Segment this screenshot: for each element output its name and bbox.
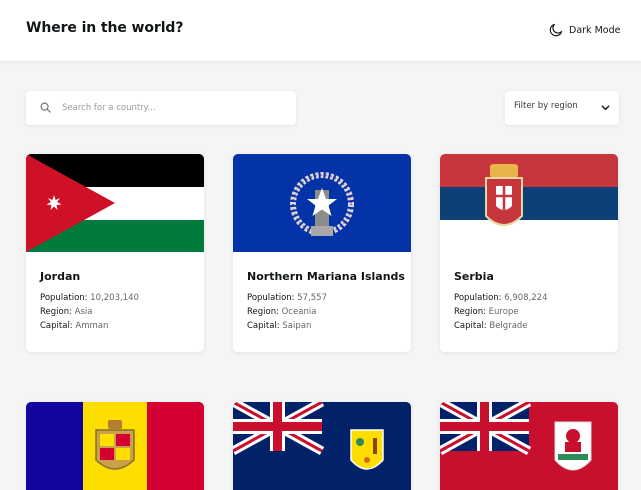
flag-jordan (26, 154, 204, 252)
flag-serbia (440, 154, 618, 252)
capital-label: Capital: (247, 321, 280, 331)
region-info: Region: Europe (454, 307, 519, 317)
region-value: Asia (74, 307, 93, 317)
population-info: Population: 10,203,140 (40, 293, 139, 303)
country-card-serbia[interactable]: Serbia Population: 6,908,224 Region: Eur… (440, 154, 618, 352)
population-label: Population: (40, 293, 88, 303)
capital-info: Capital: Saipan (247, 321, 311, 331)
flag-northern-mariana-islands (233, 154, 411, 252)
flag-andorra (26, 402, 204, 490)
population-label: Population: (247, 293, 295, 303)
capital-info: Capital: Amman (40, 321, 108, 331)
capital-label: Capital: (40, 321, 73, 331)
search-input[interactable] (62, 99, 282, 117)
population-info: Population: 6,908,224 (454, 293, 548, 303)
capital-label: Capital: (454, 321, 487, 331)
country-card-andorra[interactable] (26, 402, 204, 490)
region-info: Region: Asia (40, 307, 93, 317)
dark-mode-toggle[interactable]: Dark Mode (549, 21, 620, 39)
region-label: Region: (40, 307, 72, 317)
population-value: 10,203,140 (90, 293, 139, 303)
population-label: Population: (454, 293, 502, 303)
country-name: Serbia (454, 270, 494, 283)
country-card-northern-mariana-islands[interactable]: Northern Mariana Islands Population: 57,… (233, 154, 411, 352)
country-card-jordan[interactable]: Jordan Population: 10,203,140 Region: As… (26, 154, 204, 352)
search-icon (40, 102, 51, 113)
region-info: Region: Oceania (247, 307, 316, 317)
country-card-turks-and-caicos-islands[interactable] (233, 402, 411, 490)
region-value: Oceania (281, 307, 317, 317)
dark-mode-label: Dark Mode (569, 24, 621, 36)
app-header: Where in the world? Dark Mode (0, 0, 641, 61)
capital-value: Saipan (282, 321, 312, 331)
country-card-bermuda[interactable] (440, 402, 618, 490)
country-name: Jordan (40, 270, 81, 283)
population-value: 57,557 (297, 293, 327, 303)
region-value: Europe (488, 307, 519, 317)
capital-info: Capital: Belgrade (454, 321, 528, 331)
chevron-down-icon (601, 105, 610, 111)
capital-value: Belgrade (489, 321, 528, 331)
region-filter-dropdown[interactable]: Filter by region (505, 91, 619, 125)
population-info: Population: 57,557 (247, 293, 327, 303)
country-name: Northern Mariana Islands (247, 270, 405, 283)
search-box (26, 91, 296, 125)
app-title: Where in the world? (26, 20, 184, 36)
region-label: Region: (454, 307, 486, 317)
region-filter-label: Filter by region (514, 101, 578, 111)
flag-turks-and-caicos-islands (233, 402, 411, 490)
capital-value: Amman (75, 321, 109, 331)
region-label: Region: (247, 307, 279, 317)
moon-icon (549, 23, 563, 37)
population-value: 6,908,224 (504, 293, 548, 303)
flag-bermuda (440, 402, 618, 490)
